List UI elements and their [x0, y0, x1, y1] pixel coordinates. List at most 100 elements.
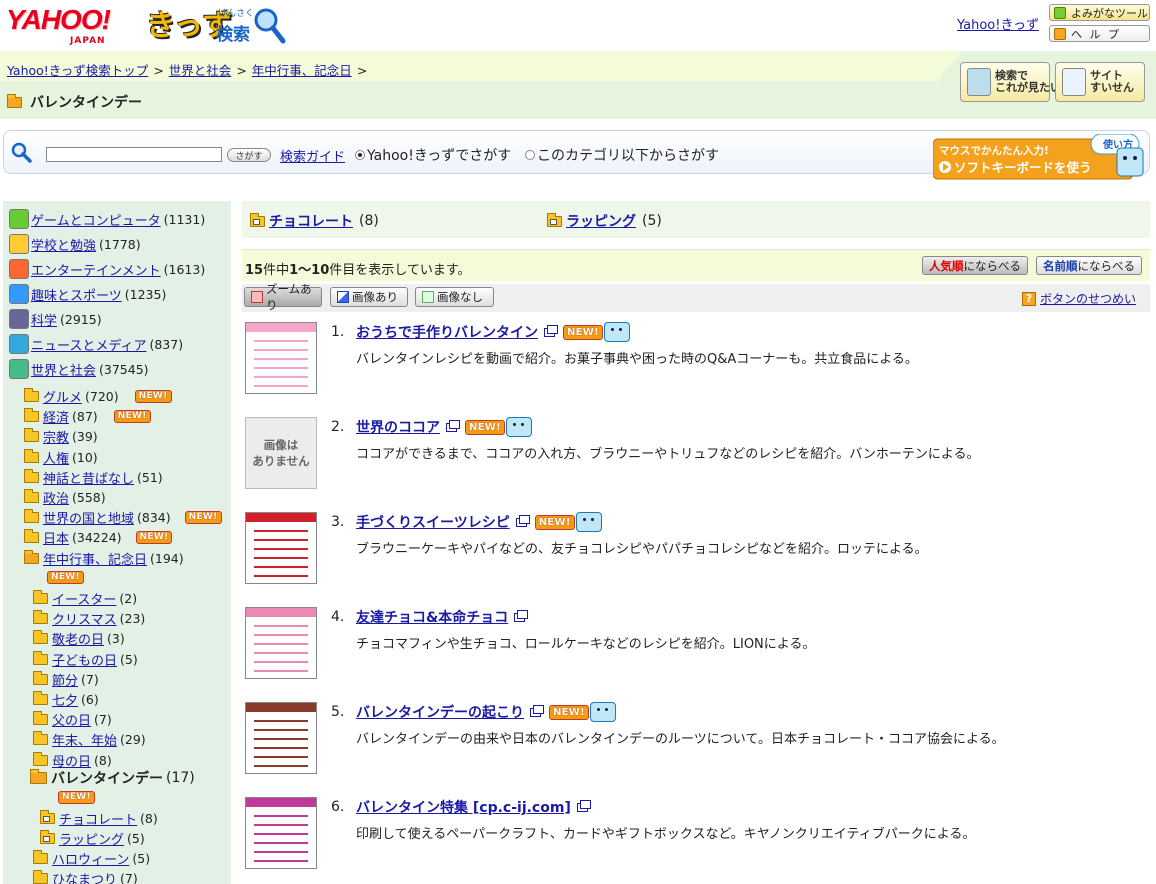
- radio-all[interactable]: Yahoo!きっずでさがす: [355, 145, 511, 165]
- sidebar-subcategory[interactable]: 世界の国と地域 (834) NEW!: [24, 508, 222, 527]
- sidebar-top-category[interactable]: 学校と勉強 (1778): [9, 234, 141, 254]
- new-window-icon[interactable]: [514, 609, 529, 622]
- sort-name-button[interactable]: 名前順 にならべる: [1036, 256, 1142, 275]
- event-link[interactable]: 七夕: [52, 690, 78, 709]
- view-noimage-button[interactable]: 画像なし: [415, 287, 494, 307]
- sidebar-subcategory[interactable]: 宗教 (39): [24, 427, 98, 446]
- button-explanation-link[interactable]: ? ボタンのせつめい: [1022, 290, 1136, 307]
- event-link[interactable]: イースター: [52, 589, 116, 608]
- radio-button[interactable]: [525, 150, 535, 160]
- sidebar-event-item[interactable]: 敬老の日 (3): [33, 629, 125, 648]
- result-title-link[interactable]: 手づくりスイーツレシピ: [356, 512, 510, 532]
- subcat-chocolate[interactable]: チョコレート (8): [250, 211, 379, 231]
- sidebar-subcategory[interactable]: 人権 (10): [24, 448, 98, 467]
- event-link[interactable]: 子どもの日: [52, 650, 117, 669]
- search-input[interactable]: [46, 147, 222, 162]
- event-link[interactable]: 節分: [52, 670, 78, 689]
- event-link[interactable]: 父の日: [52, 710, 91, 729]
- subcategory-link[interactable]: グルメ: [43, 387, 82, 406]
- sidebar-top-category[interactable]: 科学 (2915): [9, 309, 102, 329]
- subcategory-link[interactable]: 日本: [43, 528, 69, 547]
- search-button[interactable]: さがす: [227, 148, 271, 162]
- sidebar-event-item[interactable]: イースター (2): [33, 589, 137, 608]
- new-window-icon[interactable]: [515, 514, 530, 527]
- category-link[interactable]: 科学: [31, 310, 57, 329]
- new-window-icon[interactable]: [530, 704, 544, 717]
- result-item[interactable]: バレンタインデーの起こり NEW!: [356, 702, 616, 722]
- current-sub-link[interactable]: チョコレート: [59, 809, 137, 828]
- sidebar-subcategory[interactable]: グルメ (720) NEW!: [24, 387, 172, 406]
- sort-popular-button[interactable]: 人気順 にならべる: [922, 256, 1028, 275]
- subcat-label[interactable]: チョコレート: [269, 211, 353, 231]
- view-image-button[interactable]: 画像あり: [330, 287, 408, 307]
- new-window-icon[interactable]: [446, 419, 460, 432]
- current-sub-link[interactable]: ラッピング: [59, 829, 124, 848]
- subcategory-link[interactable]: 神話と昔ばなし: [43, 468, 134, 487]
- category-link[interactable]: 趣味とスポーツ: [31, 285, 122, 304]
- radio-this-category[interactable]: このカテゴリ以下からさがす: [525, 145, 719, 165]
- yahoo-kids-link[interactable]: Yahoo!きっず: [957, 14, 1039, 33]
- breadcrumb-world-society[interactable]: 世界と社会: [169, 63, 232, 78]
- result-item[interactable]: 世界のココア NEW!: [356, 417, 532, 437]
- sidebar-current-sub[interactable]: チョコレート (8): [40, 809, 158, 828]
- sidebar-subcategory[interactable]: 年中行事、記念日 (194): [24, 549, 184, 568]
- recommend-site-button[interactable]: サイト すいせん: [1055, 62, 1145, 102]
- help-button[interactable]: ヘ ル プ: [1049, 25, 1150, 42]
- result-title-link[interactable]: おうちで手作りバレンタイン: [356, 322, 538, 342]
- result-title-link[interactable]: 友達チョコ&本命チョコ: [356, 607, 508, 627]
- search-guide-link[interactable]: 検索ガイド: [280, 146, 345, 165]
- radio-button[interactable]: [355, 150, 365, 160]
- sidebar-event-item[interactable]: ひなまつり (7): [33, 869, 138, 884]
- result-item[interactable]: バレンタイン特集 [cp.c-ij.com]: [356, 797, 591, 817]
- sidebar-current-sub[interactable]: ラッピング (5): [40, 829, 145, 848]
- sidebar-top-category[interactable]: 趣味とスポーツ (1235): [9, 284, 166, 304]
- category-link[interactable]: 世界と社会: [31, 360, 96, 379]
- result-item[interactable]: おうちで手作りバレンタイン NEW!: [356, 322, 630, 342]
- sidebar-event-item[interactable]: 父の日 (7): [33, 710, 112, 729]
- result-title-link[interactable]: バレンタイン特集 [cp.c-ij.com]: [356, 797, 571, 817]
- event-link[interactable]: クリスマス: [52, 609, 117, 628]
- category-link[interactable]: 学校と勉強: [31, 235, 96, 254]
- result-title-link[interactable]: 世界のココア: [356, 417, 440, 437]
- subcategory-link[interactable]: 宗教: [43, 427, 69, 446]
- sidebar-top-category[interactable]: ゲームとコンピュータ (1131): [9, 209, 205, 229]
- result-title-link[interactable]: バレンタインデーの起こり: [356, 702, 524, 722]
- sidebar-subcategory[interactable]: 経済 (87) NEW!: [24, 407, 151, 426]
- sidebar-event-item[interactable]: 年末、年始 (29): [33, 730, 146, 749]
- sidebar-subcategory[interactable]: 日本 (34224) NEW!: [24, 528, 173, 547]
- result-thumbnail[interactable]: [245, 797, 317, 869]
- new-window-icon[interactable]: [576, 799, 591, 812]
- sidebar-top-category[interactable]: エンターテインメント (1613): [9, 259, 205, 279]
- sidebar-subcategory[interactable]: 政治 (558): [24, 488, 106, 507]
- event-link[interactable]: 年末、年始: [52, 730, 117, 749]
- subcategory-link[interactable]: 人権: [43, 448, 69, 467]
- event-link[interactable]: ハロウィーン: [52, 849, 129, 868]
- event-link[interactable]: ひなまつり: [52, 869, 117, 884]
- category-link[interactable]: ゲームとコンピュータ: [31, 210, 161, 229]
- sidebar-event-item[interactable]: クリスマス (23): [33, 609, 145, 628]
- sidebar-event-item[interactable]: 子どもの日 (5): [33, 650, 138, 669]
- breadcrumb-events[interactable]: 年中行事、記念日: [252, 63, 352, 78]
- subcategory-link[interactable]: 世界の国と地域: [43, 508, 134, 527]
- new-window-icon[interactable]: [544, 324, 558, 337]
- result-item[interactable]: 手づくりスイーツレシピ NEW!: [356, 512, 602, 532]
- category-link[interactable]: エンターテインメント: [31, 260, 161, 279]
- request-search-button[interactable]: 検索で これが見たい: [960, 62, 1061, 102]
- subcategory-link[interactable]: 経済: [43, 407, 69, 426]
- sidebar-top-category[interactable]: ニュースとメディア (837): [9, 334, 183, 354]
- sidebar-subcategory[interactable]: 神話と昔ばなし (51): [24, 468, 163, 487]
- subcategory-link[interactable]: 政治: [43, 488, 69, 507]
- result-thumbnail[interactable]: [245, 607, 317, 679]
- yahoo-logo[interactable]: YAHOO!: [6, 4, 111, 36]
- sidebar-event-item[interactable]: 七夕 (6): [33, 690, 99, 709]
- result-thumbnail[interactable]: [245, 322, 317, 394]
- subcat-label[interactable]: ラッピング: [566, 211, 636, 231]
- soft-keyboard-banner[interactable]: 使い方 マウスでかんたん入力! ソフトキーボードを使う: [933, 134, 1147, 181]
- result-item[interactable]: 友達チョコ&本命チョコ: [356, 607, 529, 627]
- view-zoom-button[interactable]: ズームあり: [244, 282, 322, 312]
- sidebar-event-item[interactable]: 節分 (7): [33, 670, 99, 689]
- sidebar-top-category[interactable]: 世界と社会 (37545): [9, 359, 149, 379]
- event-link[interactable]: 敬老の日: [52, 629, 104, 648]
- subcategory-link[interactable]: 年中行事、記念日: [43, 549, 147, 568]
- result-thumbnail[interactable]: [245, 512, 317, 584]
